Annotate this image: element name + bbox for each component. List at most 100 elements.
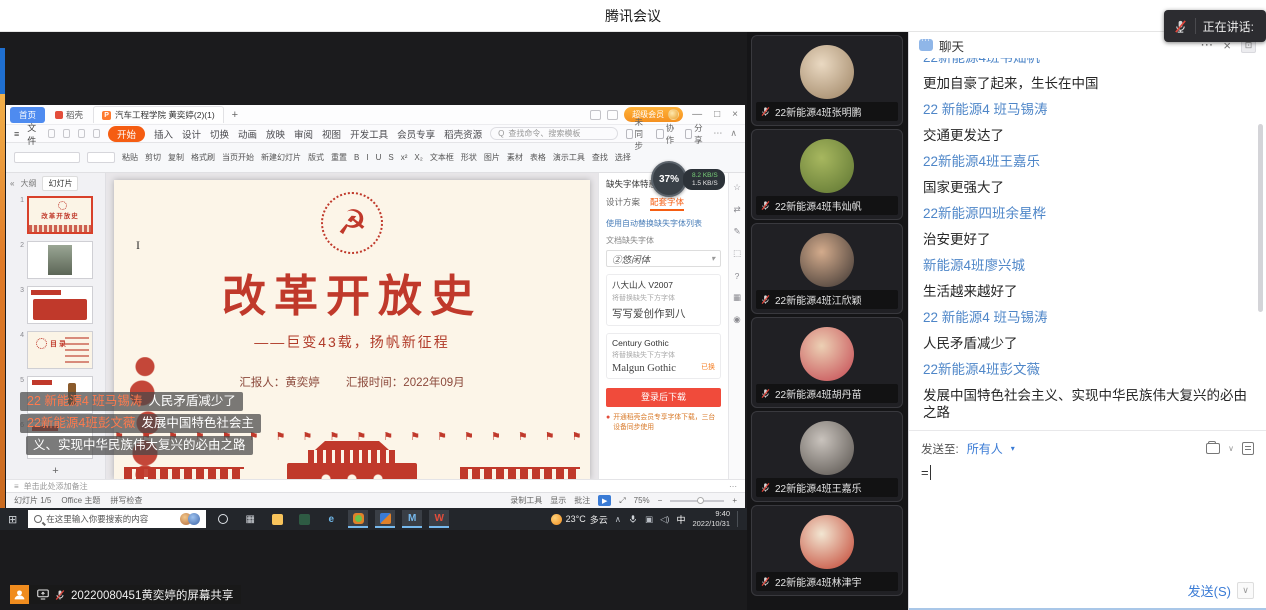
toolbar-button[interactable]: 选择	[615, 152, 631, 163]
slide-thumbnail[interactable]	[27, 241, 93, 279]
missing-font-field[interactable]: ②悠闲体 ▾	[606, 250, 721, 267]
new-tab-button[interactable]: +	[228, 109, 242, 121]
notes-more-icon[interactable]: ⋯	[729, 482, 737, 491]
participant-tile[interactable]: 22新能源4班王嘉乐	[751, 411, 903, 502]
pane-icon[interactable]: ☆	[731, 181, 744, 194]
wps-app-icon[interactable]: W	[429, 510, 449, 528]
send-options-icon[interactable]: ∨	[1237, 582, 1254, 599]
taskbar-clock[interactable]: 9:40 2022/10/31	[692, 509, 730, 529]
matching-fonts-tab[interactable]: 配套字体	[650, 196, 684, 211]
map-app-icon[interactable]	[375, 510, 395, 528]
send-button[interactable]: 发送(S)	[1188, 581, 1231, 600]
outline-tab[interactable]: 大纲	[20, 178, 36, 189]
chat-history-icon[interactable]	[1206, 443, 1220, 454]
participant-tile[interactable]: 22新能源4班江欣颖	[751, 223, 903, 314]
collab-action[interactable]: 分享	[685, 122, 706, 146]
ribbon-tab[interactable]: 动画	[238, 127, 257, 141]
more-icon[interactable]: ⋯	[713, 128, 722, 139]
taskbar-search-box[interactable]: 在这里输入你要搜索的内容	[28, 510, 206, 528]
command-search-box[interactable]: Q查找命令、搜索模板	[490, 127, 618, 140]
participant-tile[interactable]: 22新能源4班韦灿帆	[751, 129, 903, 220]
auto-replace-link[interactable]: 使用自动替换缺失字体列表	[606, 218, 721, 229]
slide-thumbnail[interactable]: 目录	[27, 331, 93, 369]
toolbar-button[interactable]: 版式	[308, 152, 324, 163]
weather-widget[interactable]: 23°C 多云	[551, 513, 608, 526]
toolbar-button[interactable]: 剪切	[145, 152, 161, 163]
participant-tile[interactable]: 22新能源4班林津宇	[751, 505, 903, 596]
participant-tile[interactable]: 22新能源4班胡丹苗	[751, 317, 903, 408]
edge-browser-icon[interactable]: e	[321, 510, 341, 528]
hamburger-icon[interactable]: ≡	[14, 129, 19, 139]
start-button[interactable]: ⊞	[4, 513, 21, 526]
tray-expand-icon[interactable]: ∧	[615, 514, 621, 525]
slideshow-play-button[interactable]: ▶	[598, 495, 611, 506]
design-scheme-tab[interactable]: 设计方案	[606, 196, 640, 211]
toolbar-button[interactable]: B	[354, 153, 359, 162]
ribbon-tab[interactable]: 切换	[210, 127, 229, 141]
notes-bar[interactable]: ≡ 单击此处添加备注 ⋯	[6, 479, 745, 492]
pane-icon[interactable]: ⬚	[731, 247, 744, 260]
toolbar-button[interactable]: U	[376, 153, 382, 162]
participant-tile[interactable]: 22新能源4班张明鹏	[751, 35, 903, 126]
input-language[interactable]: 中	[676, 513, 685, 526]
toolbar-button[interactable]: 格式刷	[191, 152, 215, 163]
spellcheck-label[interactable]: 拼写检查	[110, 495, 142, 506]
chevron-down-icon[interactable]: ∨	[1228, 444, 1234, 453]
zoom-out-button[interactable]: −	[658, 496, 663, 505]
undo-icon[interactable]	[78, 129, 85, 138]
wps-document-tab[interactable]: P汽车工程学院 黄奕婷(2)(1)	[93, 106, 224, 123]
login-download-button[interactable]: 登录后下载	[606, 388, 721, 407]
toolbar-button[interactable]: 重置	[331, 152, 347, 163]
ribbon-tab[interactable]: 插入	[154, 127, 173, 141]
file-menu[interactable]: 文件	[27, 121, 40, 147]
tray-mic-icon[interactable]	[628, 514, 638, 524]
zoom-in-button[interactable]: +	[732, 496, 737, 505]
collab-action[interactable]: 协作	[656, 122, 677, 146]
chat-input[interactable]: =	[909, 457, 1266, 488]
toolbar-button[interactable]: I	[366, 153, 368, 162]
recycle-app-icon[interactable]	[294, 510, 314, 528]
meeting-app-icon[interactable]: M	[402, 510, 422, 528]
ribbon-tab[interactable]: 放映	[266, 127, 285, 141]
ribbon-tab[interactable]: 稻壳资源	[444, 127, 482, 141]
toolbar-button[interactable]: 形状	[461, 152, 477, 163]
toolbar-button[interactable]: x²	[401, 153, 408, 162]
toolbar-button[interactable]: 粘贴	[122, 152, 138, 163]
toolbar-button[interactable]: 素材	[507, 152, 523, 163]
toolbar-button[interactable]: 新建幻灯片	[261, 152, 301, 163]
collapse-panel-icon[interactable]: «	[10, 179, 14, 188]
save-icon[interactable]	[48, 129, 55, 138]
task-view-icon[interactable]: ▦	[240, 510, 260, 528]
slides-tab[interactable]: 幻灯片	[42, 176, 78, 191]
slide-thumbnail[interactable]	[27, 286, 93, 324]
pane-icon[interactable]: ✎	[731, 225, 744, 238]
pane-icon[interactable]: ⇄	[731, 203, 744, 216]
performance-widget[interactable]: 37% 8.2 KB/S 1.5 KB/S	[651, 161, 725, 197]
tray-volume-icon[interactable]: ◁)	[660, 514, 669, 525]
toolbar-button[interactable]: X₂	[414, 153, 422, 162]
toolbar-button[interactable]: S	[388, 153, 393, 162]
toolbar-button[interactable]: 查找	[592, 152, 608, 163]
fit-icon[interactable]: ⤢	[619, 496, 625, 506]
ribbon-tab[interactable]: 会员专享	[397, 127, 435, 141]
toolbar-button[interactable]: 图片	[484, 152, 500, 163]
ribbon-tab[interactable]: 视图	[322, 127, 341, 141]
zoom-slider[interactable]	[670, 500, 724, 502]
toolbar-button[interactable]: 当页开始	[222, 152, 254, 163]
toolbar-button[interactable]: 表格	[530, 152, 546, 163]
collab-action[interactable]: 未同步	[626, 116, 648, 152]
redo-icon[interactable]	[93, 129, 100, 138]
pane-icon[interactable]: ◉	[731, 313, 744, 326]
cpu-percent-ball[interactable]: 37%	[651, 161, 687, 197]
toolbar-button[interactable]: 复制	[168, 152, 184, 163]
ribbon-tab[interactable]: 开发工具	[350, 127, 388, 141]
slide-thumbnail[interactable]: 改革开放史	[27, 196, 93, 234]
cortana-icon[interactable]	[213, 510, 233, 528]
pane-icon[interactable]: ?	[731, 269, 744, 282]
grid-icon[interactable]	[607, 110, 618, 120]
pane-icon[interactable]: ▦	[731, 291, 744, 304]
wps-close-button[interactable]: ×	[729, 109, 741, 120]
wechat-icon[interactable]	[348, 510, 368, 528]
file-explorer-icon[interactable]	[267, 510, 287, 528]
font-card[interactable]: Century Gothic 将替换缺失下方字体 Malgun Gothic 已…	[606, 333, 721, 379]
